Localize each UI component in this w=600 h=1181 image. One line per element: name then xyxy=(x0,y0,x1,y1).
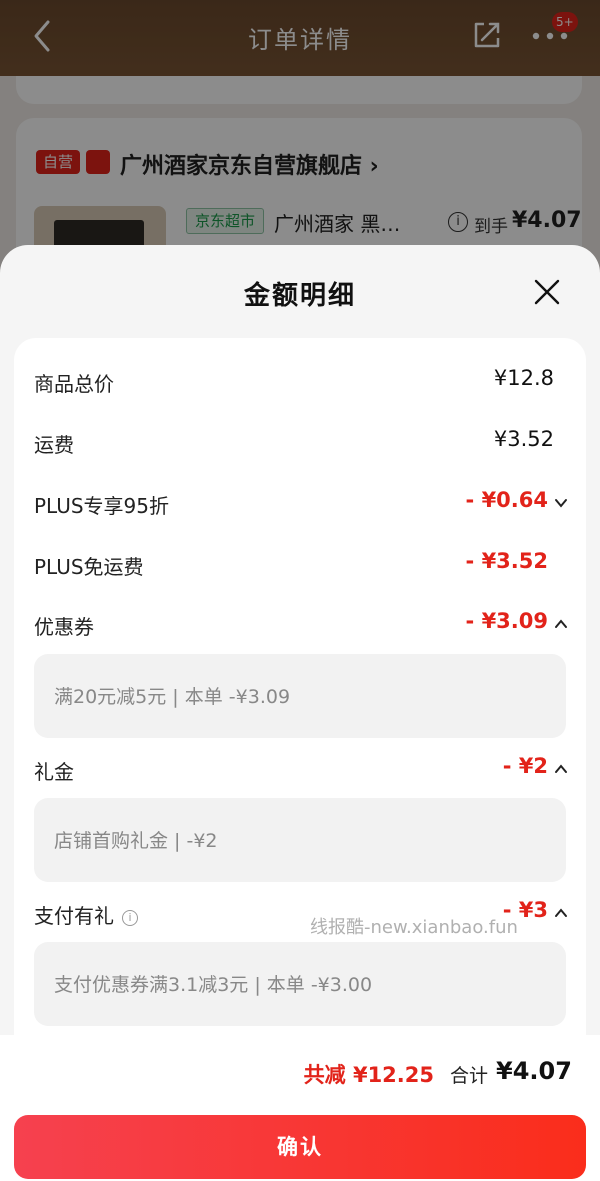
row-label: PLUS专享95折 xyxy=(34,494,169,518)
chevron-up-icon[interactable] xyxy=(554,906,568,920)
coupon-detail-text: 满20元减5元 | 本单 -¥3.09 xyxy=(54,686,291,708)
payment-detail-text: 支付优惠券满3.1减3元 | 本单 -¥3.00 xyxy=(54,974,373,996)
row-value: - ¥0.64 xyxy=(465,488,548,512)
row-value: ¥3.52 xyxy=(493,427,554,451)
sheet-title: 金额明细 xyxy=(243,281,356,311)
row-label: 商品总价 xyxy=(34,372,114,396)
amount-detail-card: 商品总价 ¥12.8 运费 ¥3.52 PLUS专享95折 - ¥0.64 PL… xyxy=(14,338,586,1058)
info-icon[interactable]: i xyxy=(122,910,138,926)
row-value: ¥12.8 xyxy=(493,366,554,390)
row-coupon[interactable]: 优惠券 - ¥3.09 xyxy=(34,607,568,643)
row-value: - ¥3.52 xyxy=(465,549,548,573)
total-label: 合计 xyxy=(450,1065,489,1087)
total-value: ¥4.07 xyxy=(496,1057,572,1085)
row-gift-money[interactable]: 礼金 - ¥2 xyxy=(34,752,568,788)
row-shipping: 运费 ¥3.52 xyxy=(34,425,568,461)
row-plus-discount[interactable]: PLUS专享95折 - ¥0.64 xyxy=(34,486,568,522)
row-label: 支付有礼 i xyxy=(34,900,138,929)
chevron-down-icon[interactable] xyxy=(554,496,568,510)
row-label: PLUS免运费 xyxy=(34,555,144,579)
chevron-up-icon[interactable] xyxy=(554,617,568,631)
row-goods-total: 商品总价 ¥12.8 xyxy=(34,364,568,400)
row-value: - ¥2 xyxy=(502,754,548,778)
chevron-up-icon[interactable] xyxy=(554,762,568,776)
payment-detail-box: 支付优惠券满3.1减3元 | 本单 -¥3.00 xyxy=(34,942,566,1026)
total-saved: 共减 ¥12.25 xyxy=(303,1063,434,1087)
row-label: 运费 xyxy=(34,433,74,457)
gift-detail-text: 店铺首购礼金 | -¥2 xyxy=(54,830,218,852)
gift-detail-box: 店铺首购礼金 | -¥2 xyxy=(34,798,566,882)
row-value: - ¥3.09 xyxy=(465,609,548,633)
amount-detail-sheet: 金额明细 商品总价 ¥12.8 运费 ¥3.52 PLUS专享95折 - ¥0.… xyxy=(0,245,600,1181)
close-icon[interactable] xyxy=(532,277,562,307)
confirm-button[interactable]: 确认 xyxy=(14,1115,586,1179)
row-label: 优惠券 xyxy=(34,615,94,639)
row-label: 礼金 xyxy=(34,760,74,784)
row-plus-free-shipping: PLUS免运费 - ¥3.52 xyxy=(34,547,568,583)
watermark-text: 线报酷-new.xianbao.fun xyxy=(310,917,518,938)
coupon-detail-box: 满20元减5元 | 本单 -¥3.09 xyxy=(34,654,566,738)
